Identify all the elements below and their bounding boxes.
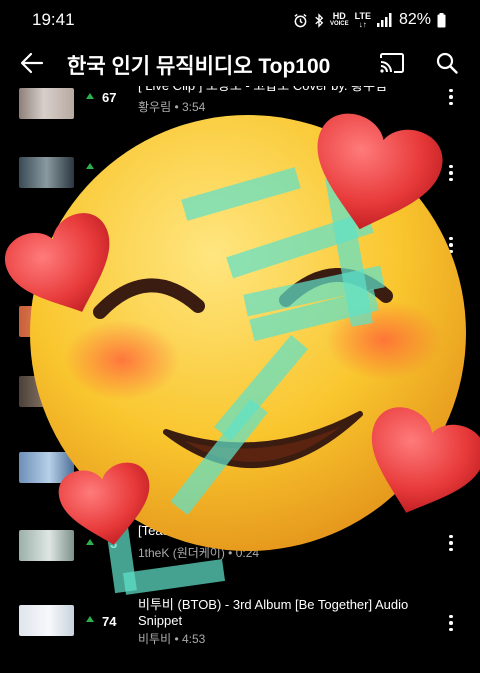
more-options-button[interactable] (444, 612, 458, 634)
video-title[interactable]: [ Live Clip ] 조광조 - 고갑조 Cover by. 황우림 (138, 86, 426, 94)
status-icons: HD VOICE LTE ↓↑ 82% (293, 9, 446, 31)
video-row[interactable]: 67 [ Live Clip ] 조광조 - 고갑조 Cover by. 황우림… (0, 86, 480, 154)
video-thumbnail[interactable] (19, 376, 74, 407)
more-options-button[interactable] (444, 162, 458, 184)
data-arrows-icon: ↓↑ (358, 19, 367, 29)
video-list: 67 [ Live Clip ] 조광조 - 고갑조 Cover by. 황우림… (0, 86, 480, 673)
video-thumbnail[interactable] (19, 157, 74, 188)
status-time: 19:41 (32, 10, 75, 29)
video-meta: 황우림 • 3:54 (138, 100, 206, 114)
trend-up-icon (86, 93, 94, 99)
video-row[interactable] (0, 438, 480, 508)
rank-number: 3 (110, 536, 118, 551)
trend-up-icon (86, 616, 94, 622)
video-thumbnail[interactable] (19, 530, 74, 561)
cast-button[interactable] (376, 48, 408, 78)
hd-label: HD (332, 11, 346, 21)
video-meta: 비투비 • 4:53 (138, 632, 206, 646)
app-bar: 한국 인기 뮤직비디오 Top100 (0, 40, 480, 86)
more-options-button[interactable] (444, 86, 458, 108)
bluetooth-icon (315, 12, 324, 28)
video-row[interactable] (0, 362, 480, 432)
video-thumbnail[interactable] (19, 452, 74, 483)
video-row[interactable]: 3 [Teas 1theK (원더케이) • 0:24 (0, 522, 480, 592)
trend-up-icon (86, 539, 94, 545)
trend-up-icon (86, 163, 94, 169)
search-icon (436, 52, 458, 74)
video-thumbnail[interactable] (19, 88, 74, 119)
status-bar: 19:41 HD VOICE LTE ↓↑ 82% (0, 0, 480, 40)
signal-icon (376, 13, 392, 27)
video-row[interactable] (0, 292, 480, 362)
video-row[interactable]: 74 비투비 (BTOB) - 3rd Album [Be Together] … (0, 594, 480, 664)
video-title[interactable]: 비투비 (BTOB) - 3rd Album [Be Together] Aud… (138, 597, 426, 629)
voice-label: VOICE (329, 21, 349, 27)
lte-indicator: LTE ↓↑ (355, 11, 371, 29)
video-thumbnail[interactable] (19, 605, 74, 636)
video-meta: 1theK (원더케이) • 0:24 (138, 546, 260, 560)
back-arrow-icon (20, 52, 44, 74)
rank-number: 67 (102, 90, 117, 105)
alarm-icon (294, 13, 307, 27)
hd-voice-indicator: HD VOICE (330, 12, 349, 28)
video-row[interactable] (0, 152, 480, 222)
search-button[interactable] (431, 48, 463, 78)
battery-percent: 82% (398, 11, 431, 28)
page-title: 한국 인기 뮤직비디오 Top100 (67, 55, 331, 78)
video-title[interactable]: [Teas (138, 523, 426, 539)
more-options-button[interactable] (444, 234, 458, 256)
back-button[interactable] (16, 48, 48, 78)
more-options-button[interactable] (444, 532, 458, 554)
battery-icon (437, 12, 446, 27)
cast-icon (380, 53, 404, 73)
video-row[interactable] (0, 222, 480, 292)
rank-number: 74 (102, 614, 117, 629)
video-thumbnail[interactable] (19, 306, 74, 337)
